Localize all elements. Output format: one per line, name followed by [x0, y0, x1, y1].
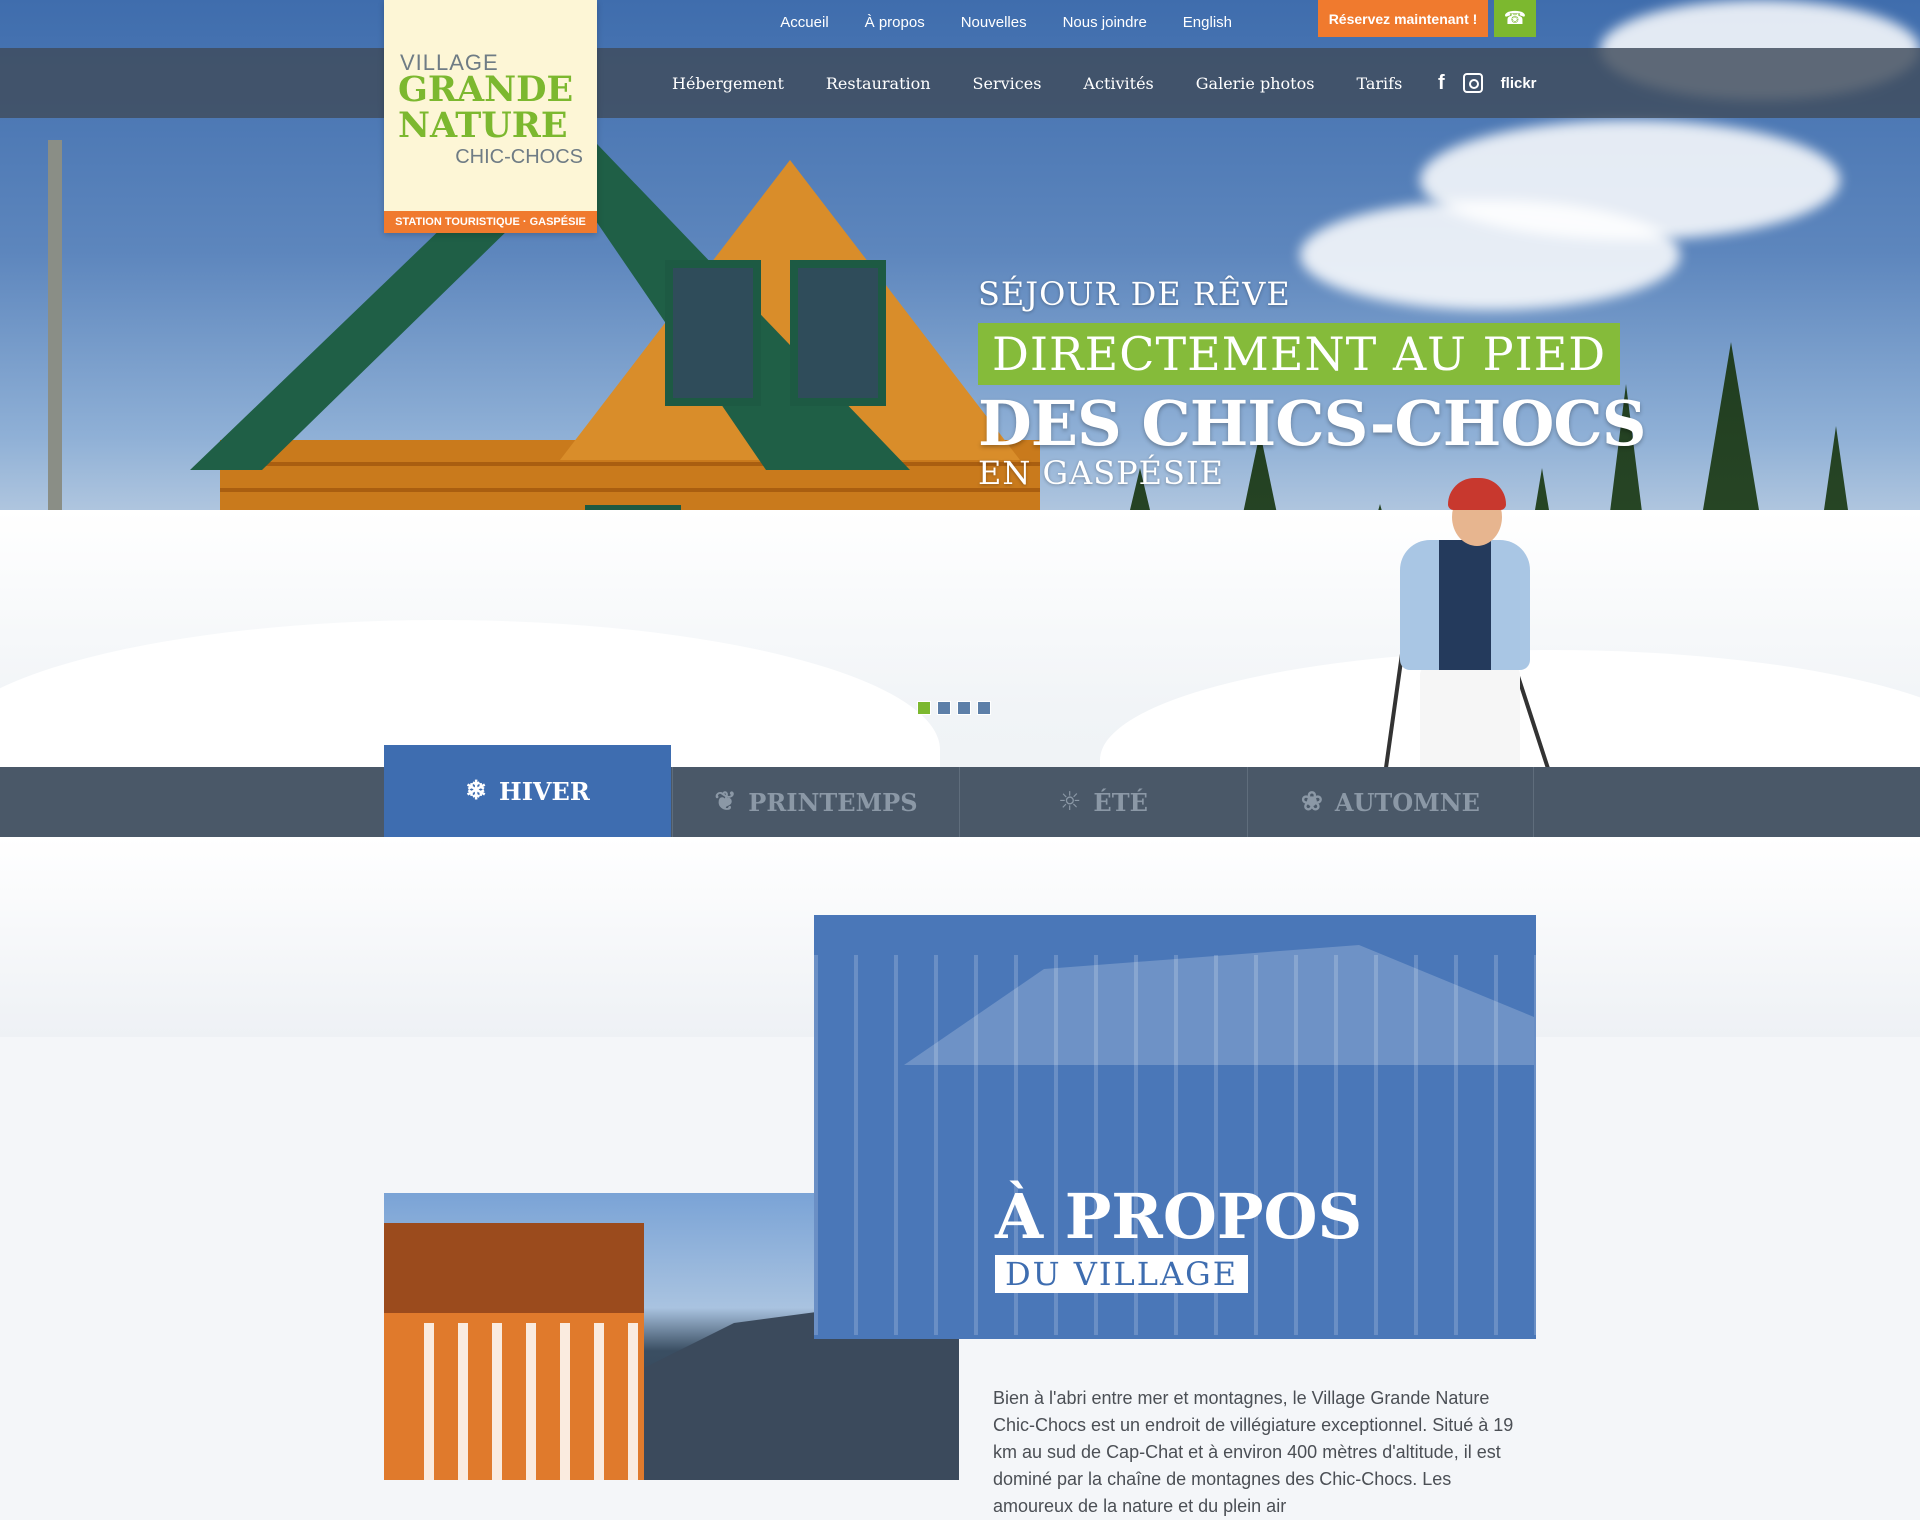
maple-leaf-icon: ❀: [1301, 787, 1323, 817]
nav-a-propos[interactable]: À propos: [847, 14, 943, 31]
slider-dot[interactable]: [917, 701, 931, 715]
utility-nav: Accueil À propos Nouvelles Nous joindre …: [762, 14, 1250, 31]
tab-label: AUTOMNE: [1334, 787, 1480, 817]
tab-label: ÉTÉ: [1093, 787, 1148, 817]
slider-dot[interactable]: [977, 701, 991, 715]
nav-hebergement[interactable]: Hébergement: [672, 74, 784, 93]
tab-printemps[interactable]: ❦ PRINTEMPS: [672, 767, 959, 837]
top-bar: Accueil À propos Nouvelles Nous joindre …: [0, 0, 1920, 48]
nav-activites[interactable]: Activités: [1083, 74, 1153, 93]
tab-hiver[interactable]: ❄ HIVER: [384, 745, 671, 837]
main-nav-bar: Hébergement Restauration Services Activi…: [0, 48, 1920, 118]
logo-tagline: STATION TOURISTIQUE · GASPÉSIE: [384, 211, 597, 233]
nav-nous-joindre[interactable]: Nous joindre: [1045, 14, 1165, 31]
nav-services[interactable]: Services: [973, 74, 1042, 93]
nav-tarifs[interactable]: Tarifs: [1356, 74, 1402, 93]
hero-banner: SÉJOUR DE RÊVE DIRECTEMENT AU PIED DES C…: [0, 0, 1920, 840]
tab-automne[interactable]: ❀ AUTOMNE: [1247, 767, 1534, 837]
nav-restauration[interactable]: Restauration: [826, 74, 931, 93]
hero-line-3: DES CHICS-CHOCS: [978, 387, 1646, 460]
sun-icon: ☼: [1058, 787, 1082, 817]
logo-grande: GRANDE: [398, 69, 574, 110]
main-nav: Hébergement Restauration Services Activi…: [672, 48, 1444, 118]
nav-galerie-photos[interactable]: Galerie photos: [1196, 74, 1315, 93]
logo-chic-chocs: CHIC-CHOCS: [455, 146, 583, 168]
snowflake-icon: ❄: [465, 776, 488, 806]
logo-grande-nature: GRANDE NATURE: [398, 72, 573, 144]
skier-jacket: [1400, 540, 1530, 670]
tab-label: PRINTEMPS: [748, 787, 918, 817]
hero-headline: SÉJOUR DE RÊVE DIRECTEMENT AU PIED DES C…: [978, 275, 1646, 492]
tab-label: HIVER: [499, 776, 590, 806]
phone-button[interactable]: ☎: [1494, 0, 1536, 37]
flickr-icon[interactable]: flickr: [1501, 75, 1537, 92]
about-subtitle: DU VILLAGE: [995, 1255, 1249, 1293]
chalet-balcony: [424, 1323, 644, 1480]
reserve-button[interactable]: Réservez maintenant !: [1318, 0, 1488, 37]
logo-nature: NATURE: [398, 105, 568, 146]
slider-dot[interactable]: [937, 701, 951, 715]
cabin-window: [665, 260, 761, 406]
about-title: À PROPOS: [995, 1180, 1363, 1253]
instagram-icon[interactable]: [1462, 73, 1483, 93]
tab-ete[interactable]: ☼ ÉTÉ: [959, 767, 1246, 837]
site-logo[interactable]: VILLAGE GRANDE NATURE CHIC-CHOCS STATION…: [384, 0, 597, 233]
hero-line-1: SÉJOUR DE RÊVE: [978, 275, 1291, 313]
nav-nouvelles[interactable]: Nouvelles: [943, 14, 1045, 31]
phone-icon: ☎: [1503, 8, 1527, 28]
slider-dots: [917, 701, 991, 715]
about-paragraph: Bien à l'abri entre mer et montagnes, le…: [993, 1388, 1514, 1516]
social-links: f flickr: [1438, 48, 1537, 118]
leaf-icon: ❦: [714, 787, 737, 817]
slider-dot[interactable]: [957, 701, 971, 715]
season-tabs: ❄ HIVER ❦ PRINTEMPS ☼ ÉTÉ ❀ AUTOMNE: [0, 745, 1920, 837]
facebook-icon[interactable]: f: [1438, 72, 1445, 95]
nav-accueil[interactable]: Accueil: [762, 14, 846, 31]
language-switch[interactable]: English: [1165, 14, 1250, 31]
cabin-window: [790, 260, 886, 406]
hero-line-2: DIRECTEMENT AU PIED: [978, 323, 1621, 385]
